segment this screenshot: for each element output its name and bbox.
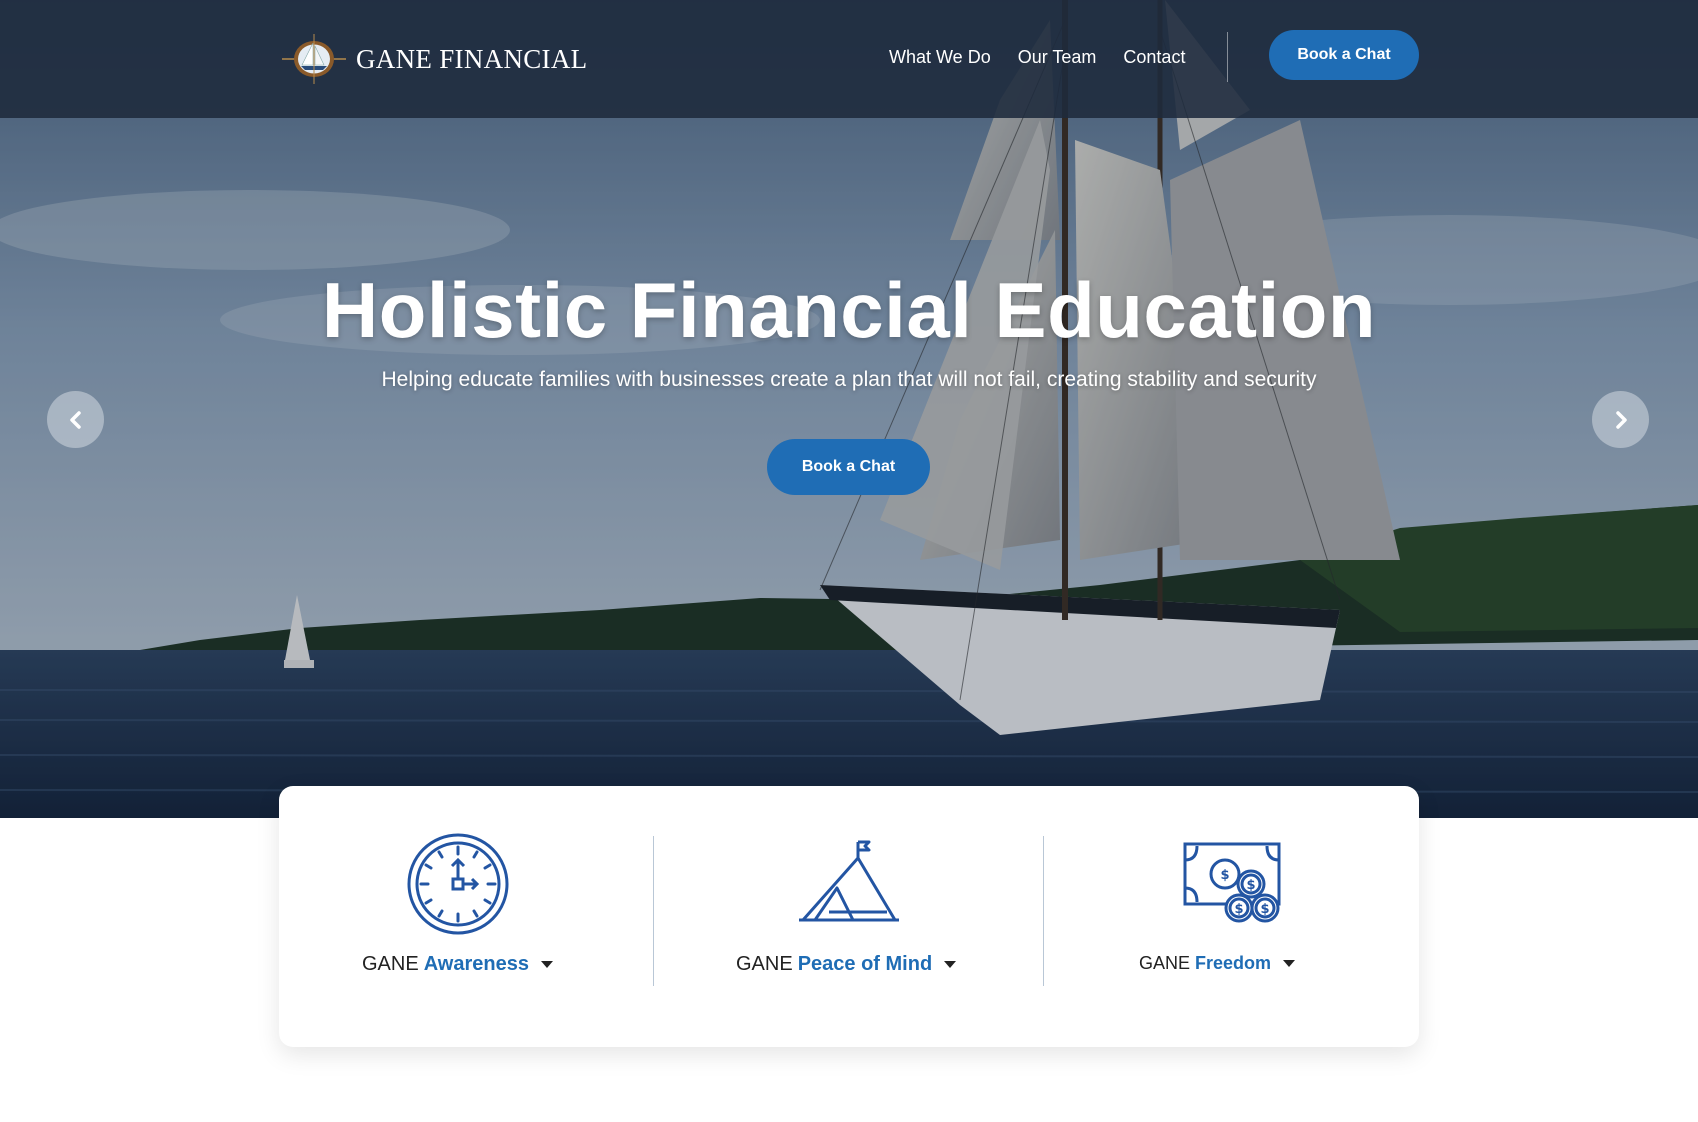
hero-background-image: [0, 0, 1698, 818]
carousel-prev-button[interactable]: [47, 391, 104, 448]
nav-item-our-team[interactable]: Our Team: [1018, 47, 1097, 68]
sailboat-logo-icon: [282, 34, 346, 84]
carousel-next-button[interactable]: [1592, 391, 1649, 448]
svg-text:$: $: [1220, 868, 1229, 883]
nav-item-what-we-do[interactable]: What We Do: [889, 47, 991, 68]
features-card: GANE Awareness GANE Peace of Mind $ $ $ …: [279, 786, 1419, 1047]
feature-awareness-toggle[interactable]: GANE Awareness: [362, 953, 553, 976]
feature-prefix: GANE: [736, 953, 793, 975]
feature-title: Peace of Mind: [797, 953, 933, 975]
brand-name: GANE FINANCIAL: [356, 43, 588, 74]
hero-subtitle: Helping educate families with businesses…: [381, 368, 1317, 391]
feature-peace-of-mind-toggle[interactable]: GANE Peace of Mind: [736, 953, 957, 976]
feature-title: Freedom: [1195, 953, 1272, 973]
feature-title: Awareness: [423, 953, 529, 975]
hero-section: GANE FINANCIAL What We Do Our Team Conta…: [0, 0, 1698, 818]
brand-logo[interactable]: GANE FINANCIAL: [282, 34, 587, 84]
feature-freedom: $ $ $ $ GANE Freedom: [1044, 786, 1419, 1047]
money-coins-icon: $ $ $ $: [1183, 842, 1281, 923]
feature-prefix: GANE: [362, 953, 419, 975]
chevron-right-icon: [1615, 410, 1627, 429]
clock-icon: [407, 833, 509, 935]
hero-book-chat-button[interactable]: Book a Chat: [767, 439, 930, 495]
svg-text:$: $: [1246, 878, 1255, 893]
feature-peace-of-mind: GANE Peace of Mind: [654, 786, 1044, 1047]
caret-down-icon: [540, 961, 553, 968]
main-nav: What We Do Our Team Contact: [889, 47, 1185, 68]
header-book-chat-button[interactable]: Book a Chat: [1269, 30, 1419, 80]
feature-awareness: GANE Awareness: [279, 786, 653, 1047]
caret-down-icon: [1283, 960, 1296, 967]
site-header: GANE FINANCIAL What We Do Our Team Conta…: [0, 0, 1698, 118]
nav-divider: [1227, 32, 1228, 82]
nav-item-contact[interactable]: Contact: [1123, 47, 1185, 68]
feature-freedom-toggle[interactable]: GANE Freedom: [1139, 953, 1296, 974]
feature-prefix: GANE: [1139, 953, 1191, 973]
svg-text:$: $: [1234, 902, 1243, 917]
mountain-flag-icon: [799, 840, 899, 922]
svg-text:$: $: [1260, 902, 1269, 917]
chevron-left-icon: [69, 410, 81, 429]
hero-title: Holistic Financial Education: [321, 266, 1377, 354]
caret-down-icon: [944, 961, 957, 968]
